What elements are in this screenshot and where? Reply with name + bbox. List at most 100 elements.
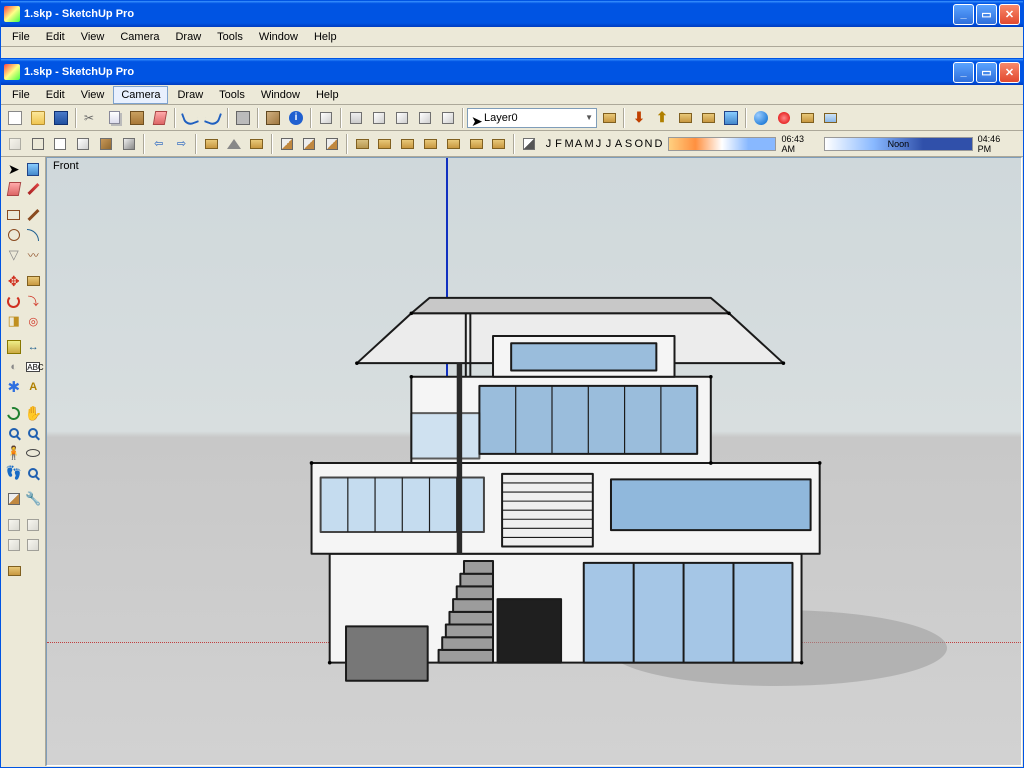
- shaded-textures-button[interactable]: [95, 133, 117, 155]
- monochrome-button[interactable]: [118, 133, 140, 155]
- back-view-button[interactable]: [414, 107, 436, 129]
- text-tool[interactable]: ABC: [24, 357, 44, 377]
- place-model-button[interactable]: [796, 107, 818, 129]
- section-display-button[interactable]: [299, 133, 321, 155]
- menu-view-bg[interactable]: View: [74, 29, 112, 45]
- position-camera-tool[interactable]: 🧍: [4, 443, 24, 463]
- front-view-button[interactable]: [368, 107, 390, 129]
- print-button[interactable]: [232, 107, 254, 129]
- section-tool[interactable]: [4, 489, 24, 509]
- sandbox-smoove-button[interactable]: [397, 133, 419, 155]
- rotate-tool[interactable]: [4, 291, 24, 311]
- zoom-window-tool[interactable]: [24, 423, 44, 443]
- polygon-tool[interactable]: ▽: [4, 245, 24, 265]
- menu-help-bg[interactable]: Help: [307, 29, 344, 45]
- menu-help[interactable]: Help: [309, 87, 346, 103]
- menu-file-bg[interactable]: File: [5, 29, 37, 45]
- save-button[interactable]: [50, 107, 72, 129]
- export-button[interactable]: [819, 107, 841, 129]
- titlebar[interactable]: 1.skp - SketchUp Pro _ ▭ ✕: [1, 59, 1023, 85]
- shadow-toggle-button[interactable]: [518, 133, 540, 155]
- section-plane-button[interactable]: [276, 133, 298, 155]
- get-models-button[interactable]: ⬇: [628, 107, 650, 129]
- arc-tool[interactable]: [24, 225, 44, 245]
- layer-dropdown[interactable]: ➤ Layer0 ▼: [467, 108, 597, 128]
- hidden-line-button[interactable]: [50, 133, 72, 155]
- sandbox-drape-button[interactable]: [442, 133, 464, 155]
- outliner-tool[interactable]: 🔧: [24, 489, 44, 509]
- menu-camera[interactable]: Camera: [113, 86, 168, 104]
- photo-textures-button[interactable]: [720, 107, 742, 129]
- look-around-tool[interactable]: [24, 443, 44, 463]
- extra-tool[interactable]: [4, 561, 24, 581]
- iso-view-button[interactable]: [315, 107, 337, 129]
- axes-tool[interactable]: ✱: [4, 377, 24, 397]
- maximize-button-bg[interactable]: ▭: [976, 4, 997, 25]
- viewport[interactable]: Front: [46, 157, 1022, 766]
- close-button-bg[interactable]: ✕: [999, 4, 1020, 25]
- right-view-button[interactable]: [391, 107, 413, 129]
- sandbox-contours-button[interactable]: [351, 133, 373, 155]
- titlebar-bg[interactable]: 1.skp - SketchUp Pro _ ▭ ✕: [1, 1, 1023, 27]
- offset-tool[interactable]: ◎: [24, 311, 44, 331]
- eraser-tool[interactable]: [4, 179, 24, 199]
- wireframe-button[interactable]: [27, 133, 49, 155]
- zoom-tool[interactable]: [4, 423, 24, 443]
- section-cut-button[interactable]: [321, 133, 343, 155]
- menu-window[interactable]: Window: [254, 87, 307, 103]
- shadow-month-slider[interactable]: JFMAMJJASOND: [541, 138, 667, 150]
- orbit-tool[interactable]: [4, 403, 24, 423]
- pushpull-tool[interactable]: [24, 271, 44, 291]
- house-button[interactable]: [223, 133, 245, 155]
- erase-button[interactable]: [149, 107, 171, 129]
- 3dtext-tool[interactable]: A: [24, 377, 44, 397]
- next2-tool[interactable]: [24, 535, 44, 555]
- menu-camera-bg[interactable]: Camera: [113, 29, 166, 45]
- maximize-button[interactable]: ▭: [976, 62, 997, 83]
- menu-window-bg[interactable]: Window: [252, 29, 305, 45]
- model-info-button[interactable]: [262, 107, 284, 129]
- google-earth-button[interactable]: [750, 107, 772, 129]
- line-tool[interactable]: [24, 205, 44, 225]
- menu-draw-bg[interactable]: Draw: [168, 29, 208, 45]
- help-button[interactable]: i: [285, 107, 307, 129]
- shadow-date-gradient[interactable]: [668, 137, 777, 151]
- zoom-extents-tool[interactable]: [24, 463, 44, 483]
- prev2-tool[interactable]: [4, 535, 24, 555]
- move-tool[interactable]: ✥: [4, 271, 24, 291]
- sandbox-stamp-button[interactable]: [420, 133, 442, 155]
- followme-tool[interactable]: ⤵: [24, 291, 44, 311]
- paste-button[interactable]: [126, 107, 148, 129]
- component-button[interactable]: [200, 133, 222, 155]
- top-view-button[interactable]: [345, 107, 367, 129]
- next-scene-button[interactable]: ⇨: [171, 133, 193, 155]
- sandbox-flip-button[interactable]: [488, 133, 510, 155]
- next-view-tool[interactable]: [24, 515, 44, 535]
- shaded-button[interactable]: [72, 133, 94, 155]
- share-component-button[interactable]: [674, 107, 696, 129]
- menu-edit[interactable]: Edit: [39, 87, 72, 103]
- left-view-button[interactable]: [437, 107, 459, 129]
- component2-button[interactable]: [246, 133, 268, 155]
- layer-manager-button[interactable]: [598, 107, 620, 129]
- copy-button[interactable]: [103, 107, 125, 129]
- paint-tool[interactable]: [24, 159, 44, 179]
- menu-edit-bg[interactable]: Edit: [39, 29, 72, 45]
- menu-tools[interactable]: Tools: [212, 87, 252, 103]
- cut-button[interactable]: [80, 107, 102, 129]
- 3d-warehouse-button[interactable]: [697, 107, 719, 129]
- toggle-terrain-button[interactable]: [773, 107, 795, 129]
- prev-view-tool[interactable]: [4, 515, 24, 535]
- dimension-tool[interactable]: ↔: [24, 337, 44, 357]
- building-model[interactable]: [247, 218, 857, 708]
- menu-tools-bg[interactable]: Tools: [210, 29, 250, 45]
- close-button[interactable]: ✕: [999, 62, 1020, 83]
- minimize-button[interactable]: _: [953, 62, 974, 83]
- shadow-time-slider[interactable]: Noon: [824, 137, 973, 151]
- menu-file[interactable]: File: [5, 87, 37, 103]
- pencil-tool[interactable]: [24, 179, 44, 199]
- tape-tool[interactable]: [4, 337, 24, 357]
- menu-draw[interactable]: Draw: [170, 87, 210, 103]
- walk-tool[interactable]: 👣: [4, 463, 24, 483]
- prev-scene-button[interactable]: ⇦: [148, 133, 170, 155]
